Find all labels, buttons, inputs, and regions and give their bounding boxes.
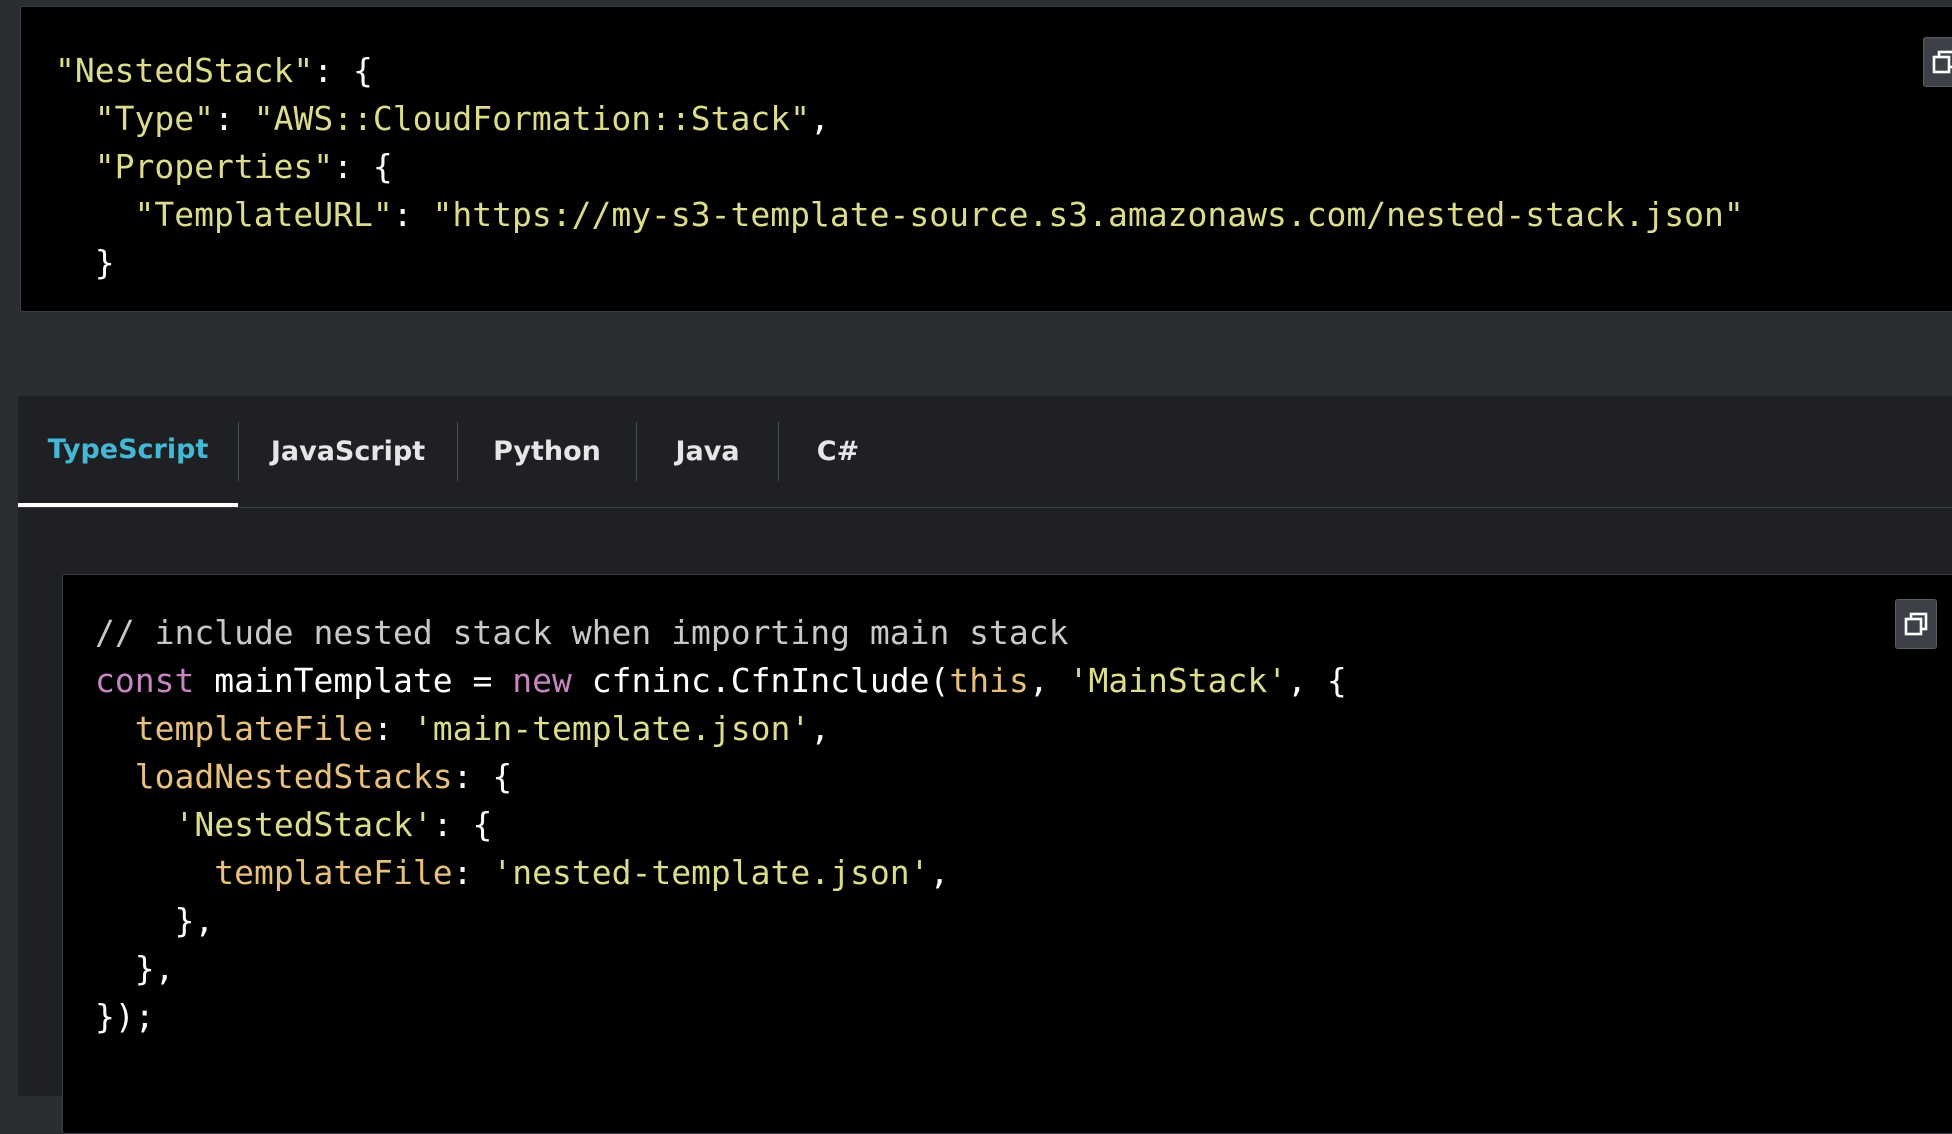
- copy-icon: [1932, 50, 1952, 74]
- code-line: "Properties": {: [55, 147, 393, 186]
- tab-java[interactable]: Java: [637, 396, 778, 507]
- code-token: : {: [452, 757, 513, 796]
- code-token: ,: [1028, 661, 1069, 700]
- language-tab-bar: TypeScript JavaScript Python Java C#: [18, 396, 1952, 508]
- tab-javascript[interactable]: JavaScript: [239, 396, 457, 507]
- code-token: loadNestedStacks: [134, 757, 453, 796]
- code-line: loadNestedStacks: {: [95, 757, 513, 796]
- code-line: });: [95, 997, 155, 1036]
- code-token: : {: [333, 147, 393, 186]
- code-block-typescript: // include nested stack when importing m…: [62, 574, 1952, 1134]
- code-token: const: [95, 661, 195, 700]
- tab-typescript[interactable]: TypeScript: [18, 396, 238, 507]
- code-line: templateFile: 'main-template.json',: [95, 709, 830, 748]
- code-token: "TemplateURL": [134, 195, 393, 234]
- tab-csharp[interactable]: C#: [779, 396, 897, 507]
- code-token: templateFile: [214, 853, 453, 892]
- copy-button[interactable]: [1895, 599, 1937, 649]
- code-token: "https://my-s3-template-source.s3.amazon…: [432, 195, 1744, 234]
- code-token: mainTemplate =: [194, 661, 513, 700]
- code-tabs-panel: TypeScript JavaScript Python Java C# // …: [18, 396, 1952, 1134]
- code-line: templateFile: 'nested-template.json',: [95, 853, 949, 892]
- code-token: : {: [432, 805, 493, 844]
- code-line: "Type": "AWS::CloudFormation::Stack",: [55, 99, 830, 138]
- code-token: this: [949, 661, 1029, 700]
- code-token: "Properties": [94, 147, 334, 186]
- code-token: ,: [810, 709, 831, 748]
- code-token: 'nested-template.json': [492, 853, 930, 892]
- code-token: new: [512, 661, 572, 700]
- code-token: : {: [313, 51, 373, 90]
- code-token: "NestedStack": [55, 51, 314, 90]
- code-json: "NestedStack": { "Type": "AWS::CloudForm…: [55, 47, 1744, 287]
- code-token: 'main-template.json': [412, 709, 811, 748]
- code-line: const mainTemplate = new cfninc.CfnInclu…: [95, 661, 1347, 700]
- code-block-json: "NestedStack": { "Type": "AWS::CloudForm…: [20, 6, 1952, 312]
- code-token: , {: [1287, 661, 1347, 700]
- code-token: "AWS::CloudFormation::Stack": [253, 99, 811, 138]
- code-token: "Type": [94, 99, 214, 138]
- code-typescript: // include nested stack when importing m…: [95, 609, 1347, 1041]
- tab-python[interactable]: Python: [458, 396, 636, 507]
- code-token: :: [373, 709, 413, 748]
- code-token: 'NestedStack': [174, 805, 433, 844]
- code-line: "NestedStack": {: [55, 51, 373, 90]
- copy-icon: [1904, 612, 1928, 636]
- code-line: 'NestedStack': {: [95, 805, 492, 844]
- code-token: templateFile: [134, 709, 374, 748]
- code-token: ,: [929, 853, 950, 892]
- code-token: :: [213, 99, 254, 138]
- copy-button[interactable]: [1923, 37, 1952, 87]
- code-line: },: [95, 949, 175, 988]
- code-token: ,: [810, 99, 830, 138]
- code-token: :: [392, 195, 433, 234]
- code-token: 'MainStack': [1068, 661, 1288, 700]
- code-token: :: [452, 853, 493, 892]
- code-line: }: [55, 243, 115, 282]
- code-token: cfninc.CfnInclude(: [571, 661, 950, 700]
- code-comment: // include nested stack when importing m…: [95, 613, 1069, 652]
- code-line: "TemplateURL": "https://my-s3-template-s…: [55, 195, 1744, 234]
- code-line: },: [95, 901, 215, 940]
